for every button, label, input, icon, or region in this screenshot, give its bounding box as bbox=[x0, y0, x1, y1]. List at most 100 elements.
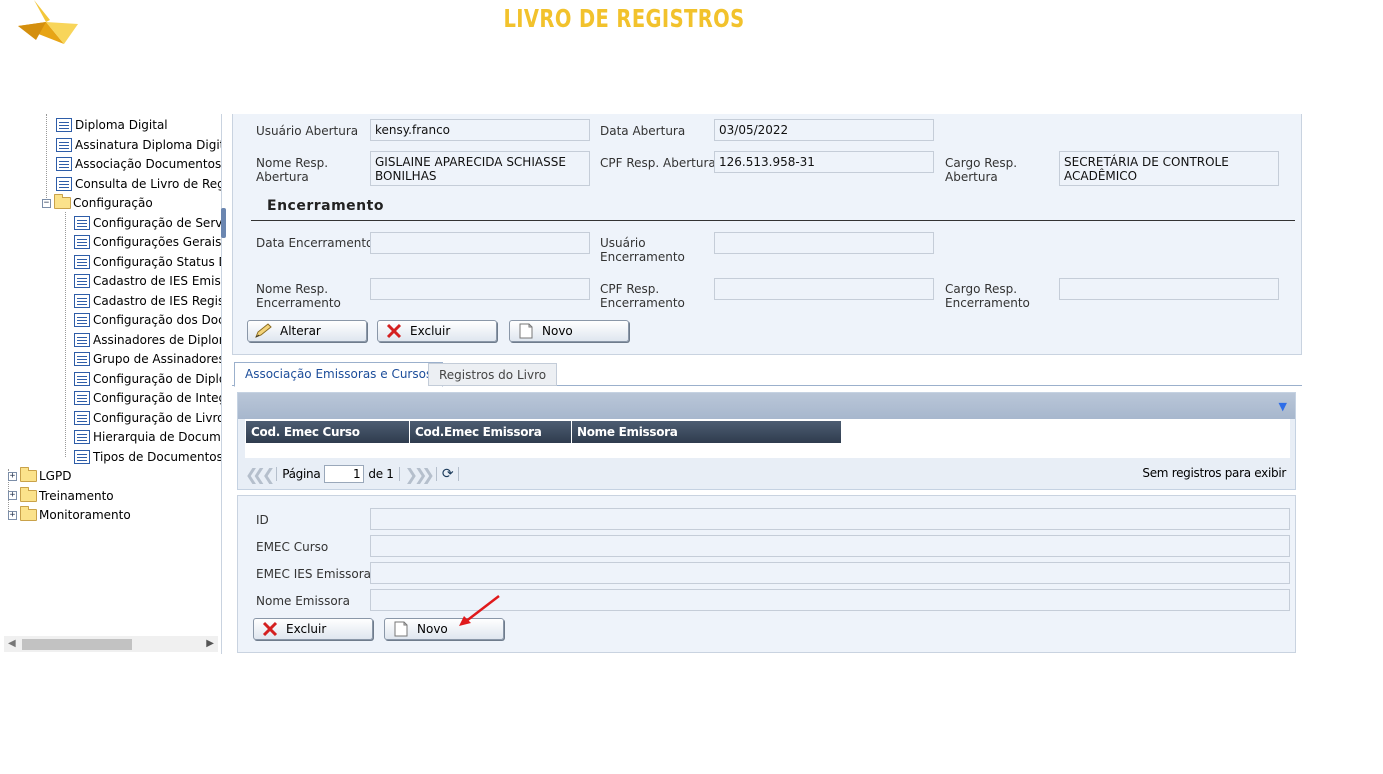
grid-header-row: Cod. Emec Curso Cod.Emec Emissora Nome E… bbox=[246, 421, 842, 443]
grid-pager: ❮❮ ❮ Página 1 de 1 ❯ ❯❯ ⟳ Sem registros … bbox=[245, 463, 1290, 485]
detail-excluir-button[interactable]: Excluir bbox=[253, 618, 373, 640]
prev-page-icon[interactable]: ❮ bbox=[262, 465, 276, 484]
alterar-button[interactable]: Alterar bbox=[247, 320, 367, 342]
tree-item-cadastro-de-ies-emisso[interactable]: Cadastro de IES Emisso bbox=[74, 272, 221, 290]
tree-horizontal-scrollbar[interactable]: ◀ ▶ bbox=[4, 636, 218, 652]
grid-toolbar: ▼ bbox=[238, 393, 1295, 419]
tree-item-configuracao[interactable]: − Configuração bbox=[42, 194, 153, 212]
collapse-icon[interactable]: − bbox=[42, 198, 51, 208]
expand-icon[interactable]: + bbox=[8, 491, 17, 500]
tree-item-label: Configurações Gerais d bbox=[93, 235, 222, 249]
last-page-icon[interactable]: ❯❯ bbox=[414, 465, 435, 484]
cpf-resp-encerramento-field[interactable] bbox=[714, 278, 934, 300]
tree-item-diploma-digital[interactable]: Diploma Digital bbox=[56, 116, 168, 134]
data-abertura-label: Data Abertura bbox=[600, 124, 686, 138]
tree-item-treinamento[interactable]: + Treinamento bbox=[8, 486, 114, 505]
cargo-resp-encerramento-field[interactable] bbox=[1059, 278, 1279, 300]
tree-item-lgpd[interactable]: + LGPD bbox=[8, 467, 71, 485]
navigation-tree: Diploma Digital Assinatura Diploma Digita… bbox=[4, 114, 222, 654]
cargo-resp-abertura-field[interactable]: SECRETÁRIA DE CONTROLE ACADÊMICO bbox=[1059, 151, 1279, 186]
paper-bird-logo bbox=[18, 0, 78, 44]
associacao-detail-panel: ID EMEC Curso EMEC IES Emissora Nome Emi… bbox=[237, 495, 1296, 653]
excluir-button[interactable]: Excluir bbox=[377, 320, 497, 342]
doc-icon bbox=[74, 391, 90, 405]
expand-icon[interactable]: + bbox=[8, 510, 17, 520]
doc-icon bbox=[74, 371, 90, 386]
tree-item-configuracao-de-livro-d[interactable]: Configuração de Livro d bbox=[74, 409, 222, 427]
tree-item-label: Assinatura Diploma Digital bbox=[75, 137, 222, 152]
red-x-icon bbox=[384, 323, 404, 339]
id-label: ID bbox=[256, 513, 269, 527]
folder-icon bbox=[20, 506, 37, 521]
novo-button[interactable]: Novo bbox=[509, 320, 629, 342]
scroll-left-icon[interactable]: ◀ bbox=[8, 636, 16, 652]
excluir-button-label: Excluir bbox=[410, 324, 451, 338]
tree-item-label: Configuração de Serviço bbox=[93, 215, 222, 230]
nome-emissora-field[interactable] bbox=[370, 589, 1290, 611]
tree-item-label: Configuração de Livro d bbox=[93, 410, 222, 425]
panel-splitter-handle[interactable] bbox=[221, 208, 226, 238]
expand-icon[interactable]: + bbox=[8, 471, 17, 481]
doc-icon bbox=[74, 313, 90, 327]
usuario-abertura-field[interactable]: kensy.franco bbox=[370, 119, 590, 141]
nome-resp-abertura-field[interactable]: GISLAINE APARECIDA SCHIASSE BONILHAS bbox=[370, 151, 590, 186]
tree-item-hierarquia-de-document[interactable]: Hierarquia de Document bbox=[74, 428, 221, 446]
tree-item-configuracao-status-dip[interactable]: Configuração Status Dip bbox=[74, 253, 221, 271]
doc-icon bbox=[56, 137, 72, 152]
tree-item-configuracao-de-diplom[interactable]: Configuração de Diplom bbox=[74, 370, 221, 388]
cpf-resp-abertura-field[interactable]: 126.513.958-31 bbox=[714, 151, 934, 173]
column-header-cod-emec-curso[interactable]: Cod. Emec Curso bbox=[246, 421, 410, 443]
nome-resp-abertura-label: Nome Resp. Abertura bbox=[256, 156, 329, 184]
pager-separator bbox=[435, 467, 437, 481]
tree-item-grupo-de-assinadores-d[interactable]: Grupo de Assinadores d bbox=[74, 350, 221, 368]
pencil-icon bbox=[254, 323, 274, 339]
tree-item-label: Monitoramento bbox=[39, 508, 131, 522]
cargo-resp-abertura-label: Cargo Resp. Abertura bbox=[945, 156, 1018, 184]
tree-item-label: Associação Documentos Al bbox=[75, 157, 222, 171]
associacao-grid: ▼ Cod. Emec Curso Cod.Emec Emissora Nome… bbox=[237, 392, 1296, 490]
encerramento-section-title: Encerramento bbox=[267, 198, 384, 214]
refresh-icon[interactable]: ⟳ bbox=[442, 466, 454, 482]
tab-associacao-emissoras-cursos[interactable]: Associação Emissoras e Cursos bbox=[234, 362, 444, 387]
scroll-right-icon[interactable]: ▶ bbox=[206, 636, 214, 652]
id-field[interactable] bbox=[370, 508, 1290, 530]
scrollbar-thumb[interactable] bbox=[22, 639, 132, 650]
tree-item-configuracao-dos-docur[interactable]: Configuração dos Docur bbox=[74, 311, 221, 329]
tab-registros-do-livro[interactable]: Registros do Livro bbox=[428, 363, 558, 386]
new-page-icon bbox=[391, 621, 411, 637]
data-encerramento-field[interactable] bbox=[370, 232, 590, 254]
column-header-nome-emissora[interactable]: Nome Emissora bbox=[572, 421, 842, 443]
emec-ies-emissora-field[interactable] bbox=[370, 562, 1290, 584]
first-page-icon[interactable]: ❮❮ bbox=[245, 465, 266, 484]
tree-item-label: Treinamento bbox=[39, 488, 114, 503]
download-icon[interactable]: ▼ bbox=[1279, 400, 1287, 413]
tree-item-consulta-de-livro-de-regist[interactable]: Consulta de Livro de Regist bbox=[56, 175, 221, 193]
data-abertura-field[interactable]: 03/05/2022 bbox=[714, 119, 934, 141]
nome-resp-encerramento-field[interactable] bbox=[370, 278, 590, 300]
usuario-encerramento-field[interactable] bbox=[714, 232, 934, 254]
novo-button-label: Novo bbox=[542, 324, 573, 338]
doc-icon bbox=[74, 254, 90, 269]
cpf-resp-abertura-label: CPF Resp. Abertura bbox=[600, 156, 716, 170]
next-page-icon[interactable]: ❯ bbox=[405, 465, 419, 484]
doc-icon bbox=[74, 352, 90, 366]
tree-item-assinatura-diploma-digital[interactable]: Assinatura Diploma Digital bbox=[56, 136, 222, 154]
tree-item-configuracao-de-servico[interactable]: Configuração de Serviço bbox=[74, 214, 222, 232]
doc-icon bbox=[56, 118, 72, 132]
emec-curso-label: EMEC Curso bbox=[256, 540, 329, 554]
tree-item-cadastro-de-ies-registr[interactable]: Cadastro de IES Registr bbox=[74, 292, 221, 310]
tree-item-configuracoes-gerais-d[interactable]: Configurações Gerais d bbox=[74, 233, 222, 251]
tree-item-label: Diploma Digital bbox=[75, 118, 168, 132]
tree-item-configuracao-de-integra[interactable]: Configuração de Integra bbox=[74, 389, 221, 407]
tree-item-tipos-de-documentos-d[interactable]: Tipos de Documentos d bbox=[74, 448, 221, 466]
column-header-cod-emec-emissora[interactable]: Cod.Emec Emissora bbox=[410, 421, 572, 443]
emec-ies-emissora-label: EMEC IES Emissora bbox=[256, 567, 372, 581]
emec-curso-field[interactable] bbox=[370, 535, 1290, 557]
doc-icon bbox=[74, 332, 90, 347]
tree-item-label: Assinadores de Diploma bbox=[93, 332, 221, 347]
tree-item-associacao-documentos-al[interactable]: Associação Documentos Al bbox=[56, 155, 222, 173]
tree-item-assinadores-de-diploma[interactable]: Assinadores de Diploma bbox=[74, 331, 221, 349]
usuario-encerramento-label: Usuário Encerramento bbox=[600, 236, 685, 264]
tree-item-monitoramento[interactable]: + Monitoramento bbox=[8, 506, 131, 524]
page-number-input[interactable]: 1 bbox=[324, 465, 365, 483]
